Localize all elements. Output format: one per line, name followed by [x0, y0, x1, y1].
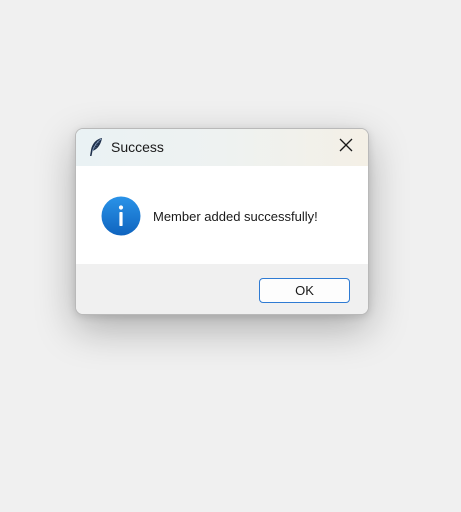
feather-icon [88, 137, 104, 157]
close-button[interactable] [324, 129, 368, 166]
dialog-content: Member added successfully! [76, 166, 368, 264]
dialog-message: Member added successfully! [153, 209, 318, 224]
dialog-footer: OK [76, 264, 368, 314]
ok-button[interactable]: OK [259, 278, 350, 303]
info-icon [101, 196, 141, 236]
close-icon [339, 138, 353, 157]
dialog-title: Success [111, 139, 164, 155]
message-dialog: Success Member added successfully! OK [75, 128, 369, 315]
title-bar[interactable]: Success [76, 129, 368, 166]
